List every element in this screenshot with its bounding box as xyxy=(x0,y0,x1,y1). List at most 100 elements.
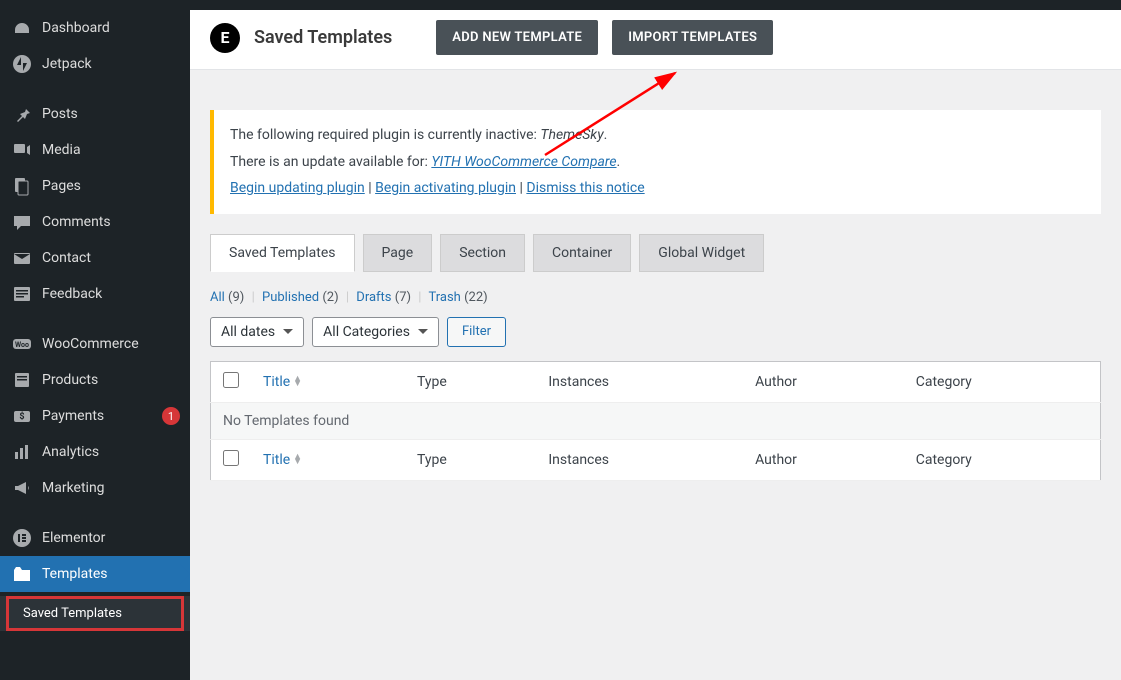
sidebar-item-dashboard[interactable]: Dashboard xyxy=(0,10,190,46)
sidebar-item-label: Templates xyxy=(42,566,180,582)
table-header-row: Title▲▼ Type Instances Author Category xyxy=(211,361,1101,402)
comments-icon xyxy=(12,212,32,232)
elementor-logo-icon: E xyxy=(210,23,240,53)
sidebar-item-marketing[interactable]: Marketing xyxy=(0,470,190,506)
dates-select[interactable]: All dates xyxy=(210,317,304,347)
notice-text: The following required plugin is current… xyxy=(230,127,540,143)
admin-topbar xyxy=(0,0,1121,10)
jetpack-icon xyxy=(12,54,32,74)
analytics-icon xyxy=(12,442,32,462)
sidebar-item-posts[interactable]: Posts xyxy=(0,96,190,132)
begin-activating-link[interactable]: Begin activating plugin xyxy=(375,180,516,196)
template-tabs: Saved TemplatesPageSectionContainerGloba… xyxy=(210,234,1101,272)
categories-select[interactable]: All Categories xyxy=(312,317,439,347)
col-type-footer: Type xyxy=(405,439,536,480)
table-footer-row: Title▲▼ Type Instances Author Category xyxy=(211,439,1101,480)
filter-all[interactable]: All xyxy=(210,290,225,305)
sort-icon: ▲▼ xyxy=(293,455,302,465)
submenu: Saved Templates xyxy=(0,596,190,631)
sidebar-item-label: Contact xyxy=(42,250,180,266)
add-new-template-button[interactable]: ADD NEW TEMPLATE xyxy=(436,20,598,55)
templates-table: Title▲▼ Type Instances Author Category N… xyxy=(210,361,1101,481)
woo-icon: Woo xyxy=(12,334,32,354)
svg-text:Woo: Woo xyxy=(15,341,29,349)
select-all-checkbox-footer[interactable] xyxy=(223,450,239,466)
sidebar-item-elementor[interactable]: Elementor xyxy=(0,520,190,556)
begin-updating-link[interactable]: Begin updating plugin xyxy=(230,180,365,196)
page-title: Saved Templates xyxy=(254,27,392,48)
sidebar-item-jetpack[interactable]: Jetpack xyxy=(0,46,190,82)
col-type: Type xyxy=(405,361,536,402)
page-header: E Saved Templates ADD NEW TEMPLATE IMPOR… xyxy=(190,10,1121,70)
tab-page[interactable]: Page xyxy=(363,234,433,272)
pages-icon xyxy=(12,176,32,196)
svg-text:$: $ xyxy=(19,411,24,422)
sidebar-item-templates[interactable]: Templates xyxy=(0,556,190,592)
contact-icon xyxy=(12,248,32,268)
sort-icon: ▲▼ xyxy=(293,377,302,387)
sidebar-item-label: WooCommerce xyxy=(42,336,180,352)
sidebar-item-label: Payments xyxy=(42,408,158,424)
notice-plugin-name: ThemeSky xyxy=(540,127,603,143)
sidebar-item-label: Media xyxy=(42,142,180,158)
templates-icon xyxy=(12,564,32,584)
tab-container[interactable]: Container xyxy=(533,234,631,272)
sidebar-item-label: Comments xyxy=(42,214,180,230)
marketing-icon xyxy=(12,478,32,498)
sidebar-item-label: Pages xyxy=(42,178,180,194)
tab-global-widget[interactable]: Global Widget xyxy=(639,234,764,272)
col-title[interactable]: Title▲▼ xyxy=(263,374,302,390)
col-category-footer: Category xyxy=(904,439,1101,480)
sidebar-item-products[interactable]: Products xyxy=(0,362,190,398)
col-category: Category xyxy=(904,361,1101,402)
col-title-footer[interactable]: Title▲▼ xyxy=(263,452,302,468)
sidebar-item-feedback[interactable]: Feedback xyxy=(0,276,190,312)
dismiss-notice-link[interactable]: Dismiss this notice xyxy=(526,180,644,196)
tab-saved-templates[interactable]: Saved Templates xyxy=(210,234,355,272)
main-content: E Saved Templates ADD NEW TEMPLATE IMPOR… xyxy=(190,0,1121,680)
notification-badge: 1 xyxy=(162,407,180,425)
sidebar-item-media[interactable]: Media xyxy=(0,132,190,168)
pin-icon xyxy=(12,104,32,124)
filter-drafts[interactable]: Drafts xyxy=(356,290,391,305)
sidebar-item-label: Marketing xyxy=(42,480,180,496)
admin-sidebar: Dashboard Jetpack Posts Media Pages Comments C… xyxy=(0,0,190,680)
sidebar-item-pages[interactable]: Pages xyxy=(0,168,190,204)
col-instances-footer: Instances xyxy=(536,439,743,480)
submenu-saved-templates[interactable]: Saved Templates xyxy=(6,596,184,631)
products-icon xyxy=(12,370,32,390)
sidebar-item-label: Jetpack xyxy=(42,56,180,72)
admin-notice: The following required plugin is current… xyxy=(210,110,1101,214)
col-author-footer: Author xyxy=(743,439,904,480)
sidebar-item-contact[interactable]: Contact xyxy=(0,240,190,276)
sidebar-item-label: Products xyxy=(42,372,180,388)
table-empty-row: No Templates found xyxy=(211,402,1101,439)
dashboard-icon xyxy=(12,18,32,38)
sidebar-item-payments[interactable]: $ Payments1 xyxy=(0,398,190,434)
sidebar-item-comments[interactable]: Comments xyxy=(0,204,190,240)
sidebar-item-woocommerce[interactable]: Woo WooCommerce xyxy=(0,326,190,362)
filter-button[interactable]: Filter xyxy=(447,317,506,347)
filter-controls: All dates All Categories Filter xyxy=(210,317,1101,347)
filter-published[interactable]: Published xyxy=(262,290,319,305)
status-filter-links: All (9) | Published (2) | Drafts (7) | T… xyxy=(210,290,1101,305)
notice-text: There is an update available for: xyxy=(230,154,431,170)
tab-section[interactable]: Section xyxy=(440,234,525,272)
sidebar-item-analytics[interactable]: Analytics xyxy=(0,434,190,470)
sidebar-item-label: Analytics xyxy=(42,444,180,460)
elementor-icon xyxy=(12,528,32,548)
sidebar-item-label: Elementor xyxy=(42,530,180,546)
filter-trash[interactable]: Trash xyxy=(428,290,460,305)
col-instances: Instances xyxy=(536,361,743,402)
feedback-icon xyxy=(12,284,32,304)
sidebar-item-label: Feedback xyxy=(42,286,180,302)
import-templates-button[interactable]: IMPORT TEMPLATES xyxy=(612,20,773,55)
select-all-checkbox[interactable] xyxy=(223,372,239,388)
media-icon xyxy=(12,140,32,160)
notice-update-link[interactable]: YITH WooCommerce Compare xyxy=(431,154,616,170)
sidebar-item-label: Dashboard xyxy=(42,20,180,36)
empty-message: No Templates found xyxy=(211,402,1101,439)
sidebar-item-label: Posts xyxy=(42,106,180,122)
payments-icon: $ xyxy=(12,406,32,426)
col-author: Author xyxy=(743,361,904,402)
